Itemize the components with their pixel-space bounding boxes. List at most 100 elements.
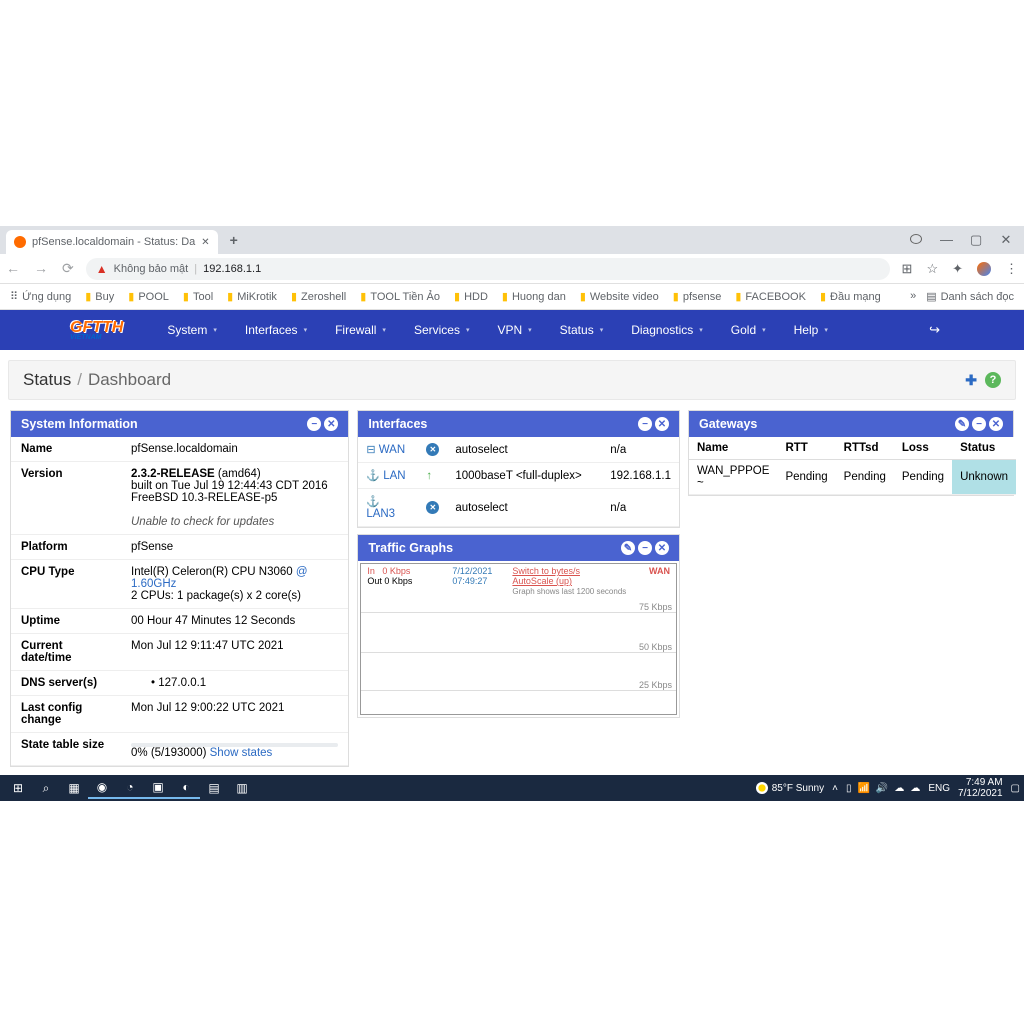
show-states-link[interactable]: Show states [210, 747, 273, 759]
weather-widget[interactable]: 85°F Sunny [756, 782, 824, 794]
wan-icon: ⊟ [366, 444, 375, 456]
start-icon[interactable]: ⊞ [4, 777, 32, 799]
bookmarks-overflow-icon[interactable]: » [910, 290, 916, 303]
insecure-icon: ▲ [96, 262, 108, 276]
minimize-panel-icon[interactable]: − [972, 417, 986, 431]
nav-help[interactable]: Help [780, 323, 842, 337]
settings-panel-icon[interactable]: ✎ [621, 541, 635, 555]
clock[interactable]: 7:49 AM 7/12/2021 [958, 777, 1003, 799]
table-row: State table size 0% (5/193000) Show stat… [11, 733, 348, 766]
switch-bytes-link[interactable]: Switch to bytes/s [512, 566, 626, 576]
menu-icon[interactable]: ⋮ [1005, 261, 1018, 277]
bookmark-item[interactable]: ▮MiKrotik [227, 290, 277, 303]
logo[interactable]: GFTTH VIETNAM [70, 319, 123, 341]
new-tab-button[interactable]: + [230, 232, 238, 248]
extensions-icon[interactable]: ✦ [952, 261, 963, 277]
bookmark-item[interactable]: ▮pfsense [673, 290, 722, 303]
autoscale-link[interactable]: AutoScale (up) [512, 576, 626, 586]
address-bar[interactable]: ▲ Không bảo mật | 192.168.1.1 [86, 258, 890, 280]
close-panel-icon[interactable]: ✕ [655, 417, 669, 431]
window-controls: — ▢ ✕ [910, 232, 1018, 248]
logout-icon[interactable]: ↪ [915, 322, 954, 338]
maximize-icon[interactable]: ▢ [970, 232, 982, 248]
search-icon[interactable]: ⌕ [32, 777, 60, 799]
bookmark-item[interactable]: ▮Website video [580, 290, 659, 303]
bookmark-item[interactable]: ▮Buy [85, 290, 114, 303]
table-row: Uptime00 Hour 47 Minutes 12 Seconds [11, 609, 348, 634]
interface-link[interactable]: WAN [379, 444, 405, 456]
add-widget-icon[interactable]: ✚ [965, 372, 977, 389]
settings-panel-icon[interactable]: ✎ [955, 417, 969, 431]
help-icon[interactable]: ? [985, 372, 1001, 388]
system-information-panel: System Information − ✕ NamepfSense.local… [10, 410, 349, 767]
bookmark-item[interactable]: ▮HDD [454, 290, 488, 303]
forward-icon[interactable]: → [34, 260, 48, 277]
close-window-icon[interactable]: ✕ [1000, 232, 1012, 248]
bookmark-item[interactable]: ▮FACEBOOK [735, 290, 806, 303]
bookmark-item[interactable]: ▮Tool [183, 290, 213, 303]
close-panel-icon[interactable]: ✕ [655, 541, 669, 555]
back-icon[interactable]: ← [6, 260, 20, 277]
nav-interfaces[interactable]: Interfaces [231, 323, 321, 337]
status-up-icon: ↑ [426, 470, 432, 482]
notifications-icon[interactable]: ▢ [1011, 783, 1020, 794]
account-icon[interactable] [910, 232, 922, 248]
taskbar-app[interactable]: ▤ [200, 777, 228, 799]
apps-shortcut[interactable]: ⠿ Ứng dụng [10, 290, 71, 303]
traffic-graph: In 0 Kbps Out 0 Kbps 7/12/2021 07:49:27 … [360, 563, 677, 715]
interfaces-panel: Interfaces − ✕ ⊟ WAN ✕ autoselect n/a ⚓ … [357, 410, 680, 528]
translate-icon[interactable]: ⊞ [902, 261, 913, 277]
nav-status[interactable]: Status [546, 323, 618, 337]
bookmark-item[interactable]: ▮TOOL Tiền Ảo [360, 290, 440, 303]
onedrive-icon[interactable]: ☁ [910, 783, 920, 794]
panel-title: Traffic Graphs [368, 541, 621, 555]
nav-vpn[interactable]: VPN [483, 323, 545, 337]
minimize-icon[interactable]: — [940, 232, 952, 248]
nav-gold[interactable]: Gold [717, 323, 780, 337]
nav-services[interactable]: Services [400, 323, 484, 337]
breadcrumb: Status / Dashboard ✚ ? [8, 360, 1016, 400]
favicon-icon [14, 236, 26, 248]
wifi-icon[interactable]: 📶 [857, 783, 869, 794]
bookmark-item[interactable]: ▮POOL [128, 290, 169, 303]
url-text: 192.168.1.1 [203, 263, 261, 275]
minimize-panel-icon[interactable]: − [638, 417, 652, 431]
taskbar-app[interactable]: ▥ [228, 777, 256, 799]
minimize-panel-icon[interactable]: − [307, 417, 321, 431]
battery-icon[interactable]: ▯ [846, 783, 852, 794]
reload-icon[interactable]: ⟳ [62, 260, 74, 277]
bookmark-item[interactable]: ▮Zeroshell [291, 290, 346, 303]
taskbar-app[interactable]: ◐ [172, 777, 200, 799]
breadcrumb-group[interactable]: Status [23, 370, 71, 390]
table-header-row: Name RTT RTTsd Loss Status [689, 437, 1016, 460]
browser-tab[interactable]: pfSense.localdomain - Status: Da ✕ [6, 230, 218, 254]
volume-icon[interactable]: 🔊 [876, 783, 888, 794]
close-tab-icon[interactable]: ✕ [201, 237, 209, 248]
lan-icon: ⚓ [366, 496, 380, 508]
table-row: NamepfSense.localdomain [11, 437, 348, 462]
security-text: Không bảo mật [114, 263, 189, 275]
bookmark-item[interactable]: ▮Đầu mạng [820, 290, 881, 303]
windows-taskbar: ⊞ ⌕ ▦ ◉ ◔ ▣ ◐ ▤ ▥ 85°F Sunny ˄ ▯ 📶 🔊 ☁ ☁… [0, 775, 1024, 801]
minimize-panel-icon[interactable]: − [638, 541, 652, 555]
bookmark-star-icon[interactable]: ☆ [926, 261, 938, 277]
taskbar-chrome-icon[interactable]: ◔ [116, 777, 144, 799]
close-panel-icon[interactable]: ✕ [324, 417, 338, 431]
tray-chevron-icon[interactable]: ˄ [832, 783, 838, 794]
reading-list[interactable]: ▤ Danh sách đọc [926, 290, 1014, 303]
bookmark-item[interactable]: ▮Huong dan [502, 290, 566, 303]
nav-system[interactable]: System [153, 323, 231, 337]
language-indicator[interactable]: ENG [928, 783, 950, 794]
taskbar-app[interactable]: ◉ [88, 777, 116, 799]
table-row: Current date/timeMon Jul 12 9:11:47 UTC … [11, 634, 348, 671]
table-row: Version 2.3.2-RELEASE (amd64) built on T… [11, 462, 348, 535]
nav-diagnostics[interactable]: Diagnostics [617, 323, 717, 337]
nav-firewall[interactable]: Firewall [321, 323, 400, 337]
close-panel-icon[interactable]: ✕ [989, 417, 1003, 431]
interface-link[interactable]: LAN [383, 470, 405, 482]
taskbar-app[interactable]: ▣ [144, 777, 172, 799]
cloud-icon[interactable]: ☁ [894, 783, 904, 794]
profile-avatar-icon[interactable] [977, 262, 991, 276]
interface-link[interactable]: LAN3 [366, 508, 395, 520]
task-view-icon[interactable]: ▦ [60, 777, 88, 799]
